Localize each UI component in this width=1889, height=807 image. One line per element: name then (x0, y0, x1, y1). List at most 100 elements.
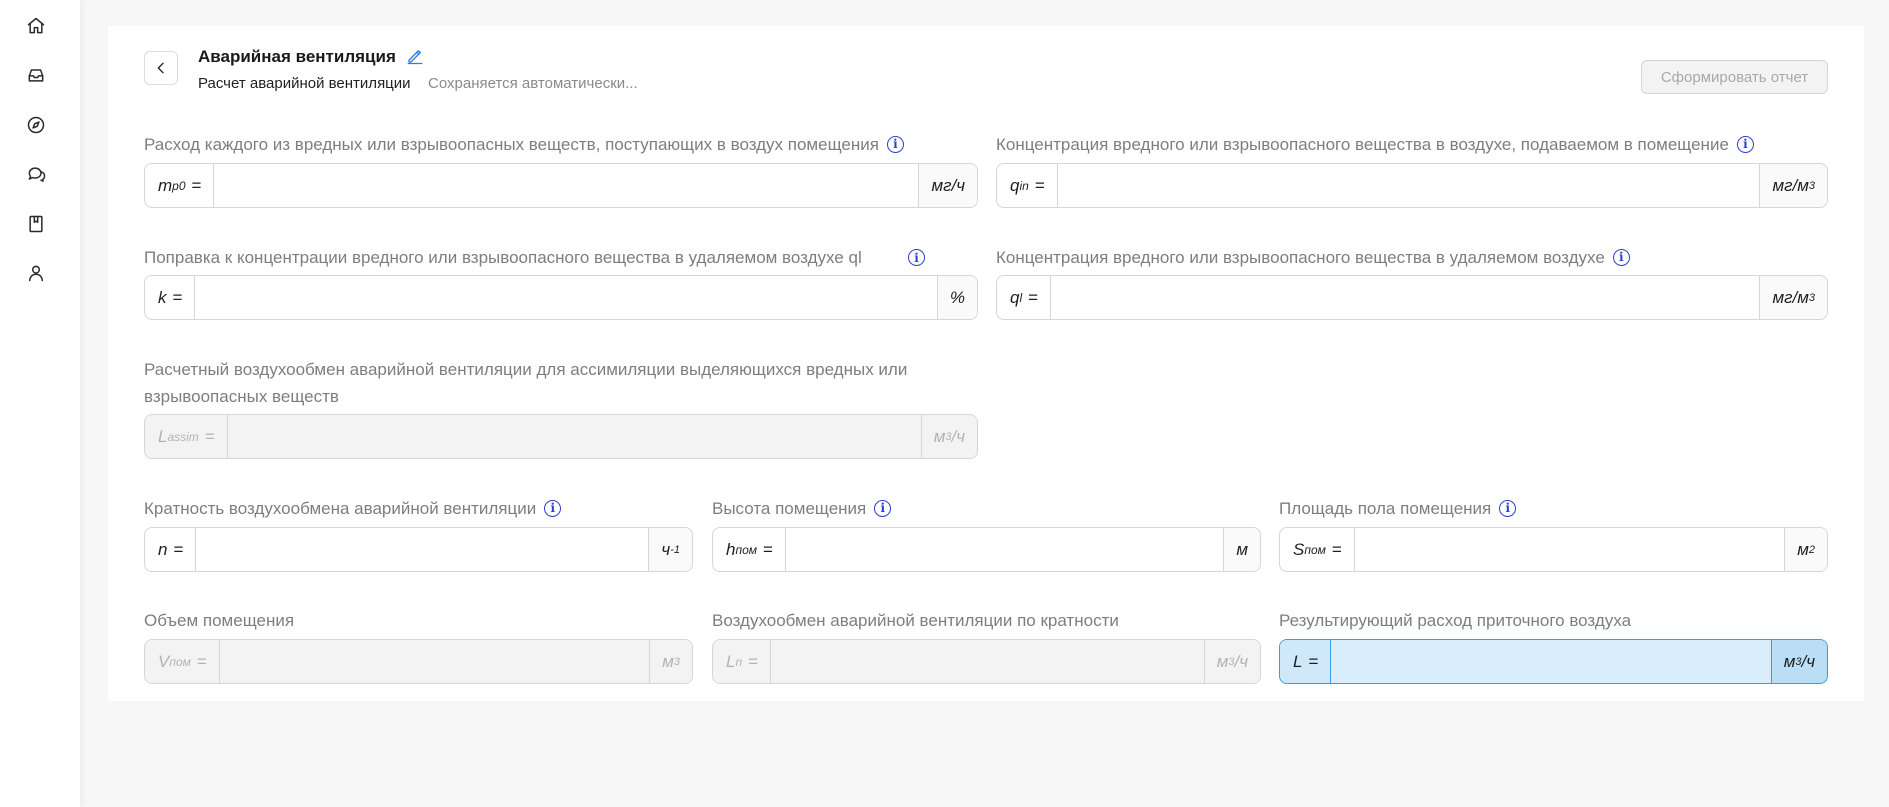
l-output[interactable] (1331, 640, 1771, 683)
label-vpom: Объем помещения (144, 611, 295, 630)
unit-text: м (1216, 651, 1229, 671)
equals-sign: = (1331, 539, 1342, 559)
unit-superscript: 3 (1808, 291, 1815, 304)
info-icon[interactable]: i (1499, 500, 1517, 518)
symbol-text: k (158, 287, 167, 307)
unit-superscript: 2 (1808, 543, 1815, 556)
label-text: Концентрация вредного или взрывоопасного… (996, 135, 1729, 154)
hpom-field: h пом = м (712, 527, 1261, 572)
nav-home[interactable] (22, 12, 50, 40)
back-button[interactable] (144, 51, 178, 85)
info-icon[interactable]: i (886, 136, 904, 154)
nav-chat[interactable] (22, 160, 50, 188)
l-symbol: L = (1280, 640, 1332, 683)
compass-icon (27, 116, 45, 134)
chat-icon (28, 167, 46, 182)
qin-input[interactable] (1057, 164, 1760, 207)
page-title: Аварийная вентиляция (198, 47, 396, 66)
n-unit: ч -1 (648, 528, 692, 571)
spom-symbol: Sпом = (1280, 528, 1355, 571)
mp0-symbol: m p0 = (145, 164, 215, 207)
label-text: Концентрация вредного или взрывоопасного… (996, 248, 1605, 267)
lassim-symbol: Lassim = (145, 415, 228, 458)
info-icon[interactable]: i (1612, 249, 1630, 267)
equals-sign: = (172, 287, 183, 307)
ql-unit: мг/м 3 (1759, 276, 1827, 319)
symbol-text: m (158, 175, 173, 195)
label-text: Площадь пола помещения (1279, 499, 1492, 518)
symbol-text: S (1293, 539, 1305, 559)
unit-tail: /ч (1234, 651, 1248, 671)
nav-book[interactable] (22, 210, 50, 238)
qin-symbol: q in = (997, 164, 1058, 207)
user-icon (29, 265, 43, 282)
equals-sign: = (762, 539, 773, 559)
qin-field: q in = мг/м 3 (996, 163, 1828, 208)
symbol-text: V (158, 651, 170, 671)
unit-text: м (1797, 539, 1809, 559)
vpom-symbol: Vпом = (145, 640, 220, 683)
unit-superscript: 3 (1808, 179, 1815, 192)
n-input[interactable] (196, 528, 649, 571)
equals-sign: = (173, 539, 184, 559)
lassim-output (227, 415, 921, 458)
mp0-unit: мг/ч (918, 164, 977, 207)
lassim-field: Lassim = м 3/ч (144, 414, 978, 459)
autosave-status: Сохраняется автоматически... (428, 75, 638, 92)
spom-input[interactable] (1354, 528, 1785, 571)
symbol-text: q (1010, 175, 1020, 195)
spom-field: Sпом = м2 (1279, 527, 1828, 572)
k-symbol: k = (145, 276, 196, 319)
nav-compass[interactable] (22, 111, 50, 139)
info-icon[interactable]: i (908, 249, 925, 266)
mp0-input[interactable] (214, 164, 919, 207)
book-icon (29, 215, 43, 233)
symbol-subscript: пом (169, 654, 191, 669)
unit-tail: /ч (1801, 651, 1815, 671)
ln-field: Ln = м 3/ч (712, 639, 1261, 684)
label-hpom: Высота помещения i (712, 495, 892, 522)
edit-title-button[interactable] (406, 47, 424, 65)
label-text: Расход каждого из вредных или взрывоопас… (144, 135, 879, 154)
spom-unit: м2 (1784, 528, 1827, 571)
equals-sign: = (204, 426, 215, 446)
hpom-unit: м (1223, 528, 1260, 571)
info-icon[interactable]: i (544, 500, 562, 518)
ln-unit: м 3/ч (1203, 640, 1260, 683)
symbol-text: q (1010, 287, 1020, 307)
k-input[interactable] (195, 276, 937, 319)
nav-inbox[interactable] (22, 61, 50, 89)
ql-symbol: q l = (997, 276, 1052, 319)
info-icon[interactable]: i (1736, 136, 1754, 154)
inbox-icon (28, 69, 44, 82)
generate-report-button[interactable]: Сформировать отчет (1641, 60, 1828, 94)
hpom-input[interactable] (785, 528, 1224, 571)
equals-sign: = (1308, 651, 1319, 671)
ql-input[interactable] (1051, 276, 1760, 319)
symbol-subscript: l (1019, 290, 1023, 305)
sidebar (0, 0, 80, 807)
label-text: Кратность воздухообмена аварийной вентил… (144, 499, 537, 518)
unit-tail: /ч (951, 426, 965, 446)
symbol-text: h (726, 539, 736, 559)
l-unit: м 3/ч (1770, 640, 1827, 683)
equals-sign: = (1028, 287, 1039, 307)
unit-superscript: 3 (673, 655, 680, 668)
symbol-text: L (1293, 651, 1303, 671)
l-result-field: L = м 3/ч (1279, 639, 1828, 684)
info-icon[interactable]: i (874, 500, 892, 518)
unit-superscript: -1 (670, 543, 680, 556)
label-spom: Площадь пола помещения i (1279, 495, 1517, 522)
n-symbol: n = (145, 528, 197, 571)
k-field: k = % (144, 275, 978, 320)
symbol-text: n (158, 539, 168, 559)
nav-profile[interactable] (22, 259, 50, 287)
ln-symbol: Ln = (713, 640, 772, 683)
equals-sign: = (1034, 175, 1045, 195)
label-mp0: Расход каждого из вредных или взрывоопас… (144, 131, 904, 158)
vpom-unit: м3 (649, 640, 692, 683)
unit-text: мг/м (1772, 175, 1809, 195)
label-text: Поправка к концентрации вредного или взр… (144, 248, 862, 267)
symbol-subscript: пом (735, 542, 757, 557)
unit-text: м (933, 426, 946, 446)
